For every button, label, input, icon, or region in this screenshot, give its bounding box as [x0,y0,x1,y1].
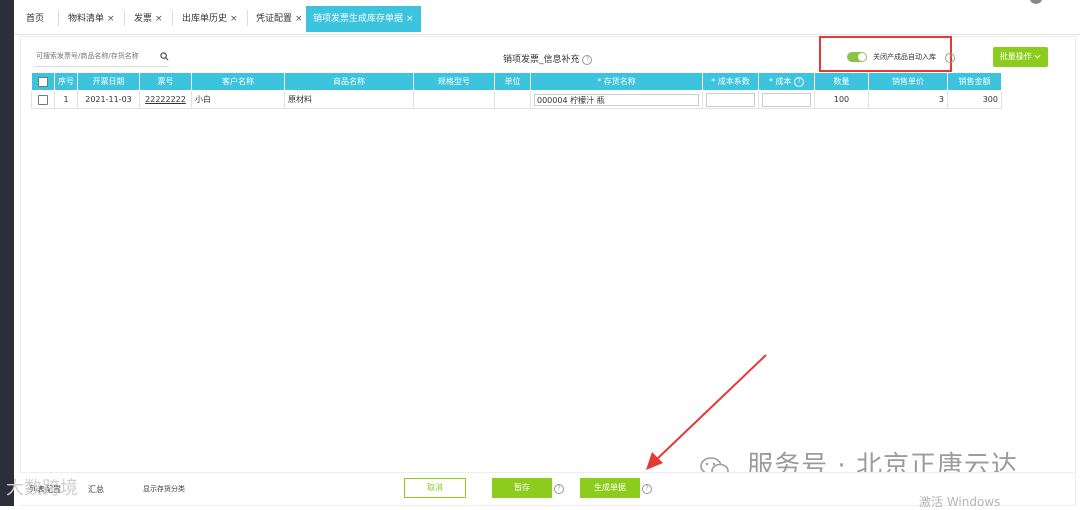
help-icon[interactable]: ? [554,484,564,494]
watermark-overlay-text: 大数跨境 [6,478,78,499]
show-category-label: 显示存货分类 [143,485,185,493]
help-icon[interactable]: ? [642,484,652,494]
generate-document-button[interactable]: 生成单据 [580,478,640,498]
cancel-button[interactable]: 取消 [404,478,466,498]
summary-link[interactable]: 汇总 [88,484,104,495]
show-category-toggle[interactable]: 显示存货分类 [143,484,185,494]
watermark-overlay: 大数跨境 [6,474,78,500]
activate-windows-notice: 激活 Windows [919,495,1001,509]
save-draft-button[interactable]: 暂存 [492,478,552,498]
annotation-arrow [646,354,767,470]
